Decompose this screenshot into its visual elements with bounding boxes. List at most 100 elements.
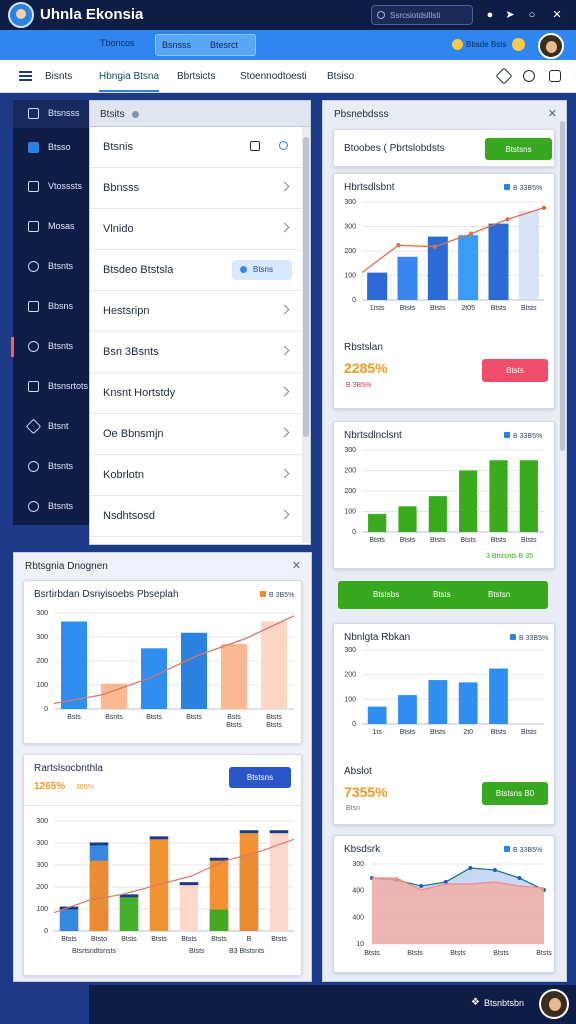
trend-line: [53, 615, 295, 704]
scrollbar-thumb[interactable]: [560, 121, 565, 451]
chart-footer-right: B3 Btstsnts: [229, 948, 265, 955]
y-tick-label: 200: [344, 488, 356, 495]
search-input[interactable]: Ssrcsiotdslllsti: [371, 5, 473, 25]
chart-card-4: Nbrtsdlnclsnt B 33B5% 0 100 200 200 300 Btsts…: [333, 421, 555, 569]
x-tick-label: Btsts: [521, 537, 537, 544]
sidebar-item-2[interactable]: Btsso: [13, 134, 89, 162]
close-icon[interactable]: ✕: [548, 107, 557, 120]
x-tick-label: Btsts: [460, 537, 476, 544]
tab-home[interactable]: Bisnts: [45, 71, 72, 82]
sidebar-item-9[interactable]: Btsnt: [13, 413, 89, 441]
x-tick-label: Btsts: [400, 305, 416, 312]
info-icon[interactable]: [132, 111, 139, 118]
close-icon[interactable]: ✕: [550, 8, 564, 22]
ribbon-segment[interactable]: Bsnsss Btesrct: [155, 34, 256, 56]
list-item[interactable]: Bbnsss: [90, 168, 302, 209]
chart-action-button[interactable]: Btstsns: [229, 767, 291, 788]
tab-1[interactable]: Hbngia Btsna: [99, 71, 160, 92]
search-icon[interactable]: [279, 141, 288, 150]
data-point: [419, 884, 424, 888]
x-tick-label: Btsts: [121, 936, 137, 943]
kpi-button[interactable]: Btstsns B0: [482, 782, 548, 805]
action-button-1[interactable]: Btstsbs: [373, 590, 399, 599]
title-bar: Uhnla Ekonsia Ssrcsiotdslllsti ● ➤ ○ ✕: [0, 0, 576, 30]
list-item[interactable]: Btsnis: [90, 127, 302, 168]
bar: [367, 272, 388, 300]
list-item[interactable]: Knsnt Hortstdy: [90, 373, 302, 414]
sidebar-item-11[interactable]: Btsnts: [13, 493, 89, 521]
y-tick-label: 100: [36, 906, 48, 913]
toolbar-button[interactable]: Btstsns: [485, 138, 552, 160]
pin-icon[interactable]: ❖: [471, 997, 480, 1008]
sidebar-item-5[interactable]: Btsnts: [13, 253, 89, 281]
sidebar-item-8[interactable]: Btsnsrtots: [13, 373, 89, 401]
action-button-2[interactable]: Btsts: [433, 590, 451, 599]
ribbon-seg-1[interactable]: Bsnsss: [162, 40, 191, 50]
menu-icon[interactable]: [19, 71, 32, 81]
y-tick-label: 200: [36, 884, 48, 891]
list-item[interactable]: Nsdhtsosd: [90, 496, 302, 537]
y-tick-label: 0: [44, 928, 48, 935]
notification-icon[interactable]: ●: [483, 8, 497, 22]
list-item[interactable]: Kobrlotn: [90, 455, 302, 496]
sidebar-item-6[interactable]: Bbsns: [13, 293, 89, 321]
list-item[interactable]: Oe Bbnsmjn: [90, 414, 302, 455]
action-button-3[interactable]: Btstsn: [488, 590, 510, 599]
list-scrollbar[interactable]: [302, 127, 310, 543]
sidebar-item-label: Btsso: [48, 142, 71, 152]
sidebar-item-7[interactable]: Btsnts: [11, 333, 89, 361]
list-item-label: Hestsripn: [103, 305, 150, 317]
bar: [141, 648, 167, 709]
bar: [397, 256, 418, 300]
x-tick-label: Btsts: [186, 714, 202, 721]
y-tick-label: 0: [44, 706, 48, 713]
bar-cap: [269, 830, 289, 834]
ribbon-seg-2[interactable]: Btesrct: [210, 40, 238, 50]
y-tick-label: 300: [36, 862, 48, 869]
sidebar-item-10[interactable]: Btsnts: [13, 453, 89, 481]
sidebar-item-1[interactable]: Btsnsss: [13, 100, 89, 128]
arrow-icon[interactable]: ➤: [503, 8, 517, 22]
sidebar-item-label: Btsnt: [48, 421, 69, 431]
emoji-icon[interactable]: [512, 38, 525, 51]
user-avatar[interactable]: [539, 989, 569, 1019]
kpi-button[interactable]: Btsts: [482, 359, 548, 382]
ribbon-button[interactable]: Tboncos: [100, 38, 135, 48]
minimize-icon[interactable]: ○: [525, 8, 539, 22]
x-tick-label: Btsts: [491, 729, 507, 736]
x-tick-label: Btsts: [400, 729, 416, 736]
tab-4[interactable]: Btsiso: [327, 71, 354, 82]
bottom-bar: ❖ Btsnbtsbn: [89, 985, 576, 1024]
bar: [261, 621, 287, 709]
settings-icon[interactable]: [549, 70, 561, 82]
tag-icon[interactable]: [495, 67, 513, 85]
x-tick-label: 2t0: [463, 729, 473, 736]
y-tick-label: 200: [344, 672, 356, 679]
chart-title: Rartslsocbnthla: [34, 763, 103, 774]
y-tick-label: 0: [352, 529, 356, 536]
right-scrollbar[interactable]: [560, 121, 566, 981]
list-item[interactable]: Bsn 3Bsnts: [90, 332, 302, 373]
kpi-label: Rbstslan: [344, 342, 383, 353]
tag-icon[interactable]: [250, 141, 260, 151]
search-icon[interactable]: [523, 70, 535, 82]
chart-card-6: Kbsdsrk B 33B5% 300 400 400 10 Btsts Btsts Bts…: [333, 835, 555, 973]
scrollbar-thumb[interactable]: [303, 137, 309, 437]
list-item[interactable]: Vlnido: [90, 209, 302, 250]
sidebar-item-4[interactable]: Mosas: [13, 213, 89, 241]
list-item[interactable]: Btsdeo Btstsla Btsns: [90, 250, 302, 291]
x-tick-label: Btsts: [521, 305, 537, 312]
sidebar-item-3[interactable]: Vtosssts: [13, 173, 89, 201]
sidebar: Btsnsss Btsso Vtosssts Mosas Btsnts Bbsn…: [11, 100, 89, 525]
sidebar-item-label: Btsnts: [48, 501, 74, 511]
user-avatar[interactable]: [538, 33, 564, 59]
list-item[interactable]: Hestsripn: [90, 291, 302, 332]
x-tick-label: Btsts: [364, 950, 380, 957]
y-tick-label: 200: [344, 468, 356, 475]
status-dropdown[interactable]: Btsns: [232, 260, 292, 280]
bar: [367, 706, 387, 724]
x-tick-label: Btsts: [271, 936, 287, 943]
close-icon[interactable]: ✕: [292, 559, 301, 572]
tab-3[interactable]: Stoennodtoesti: [240, 71, 307, 82]
tab-2[interactable]: Bbrtsicts: [177, 71, 215, 82]
